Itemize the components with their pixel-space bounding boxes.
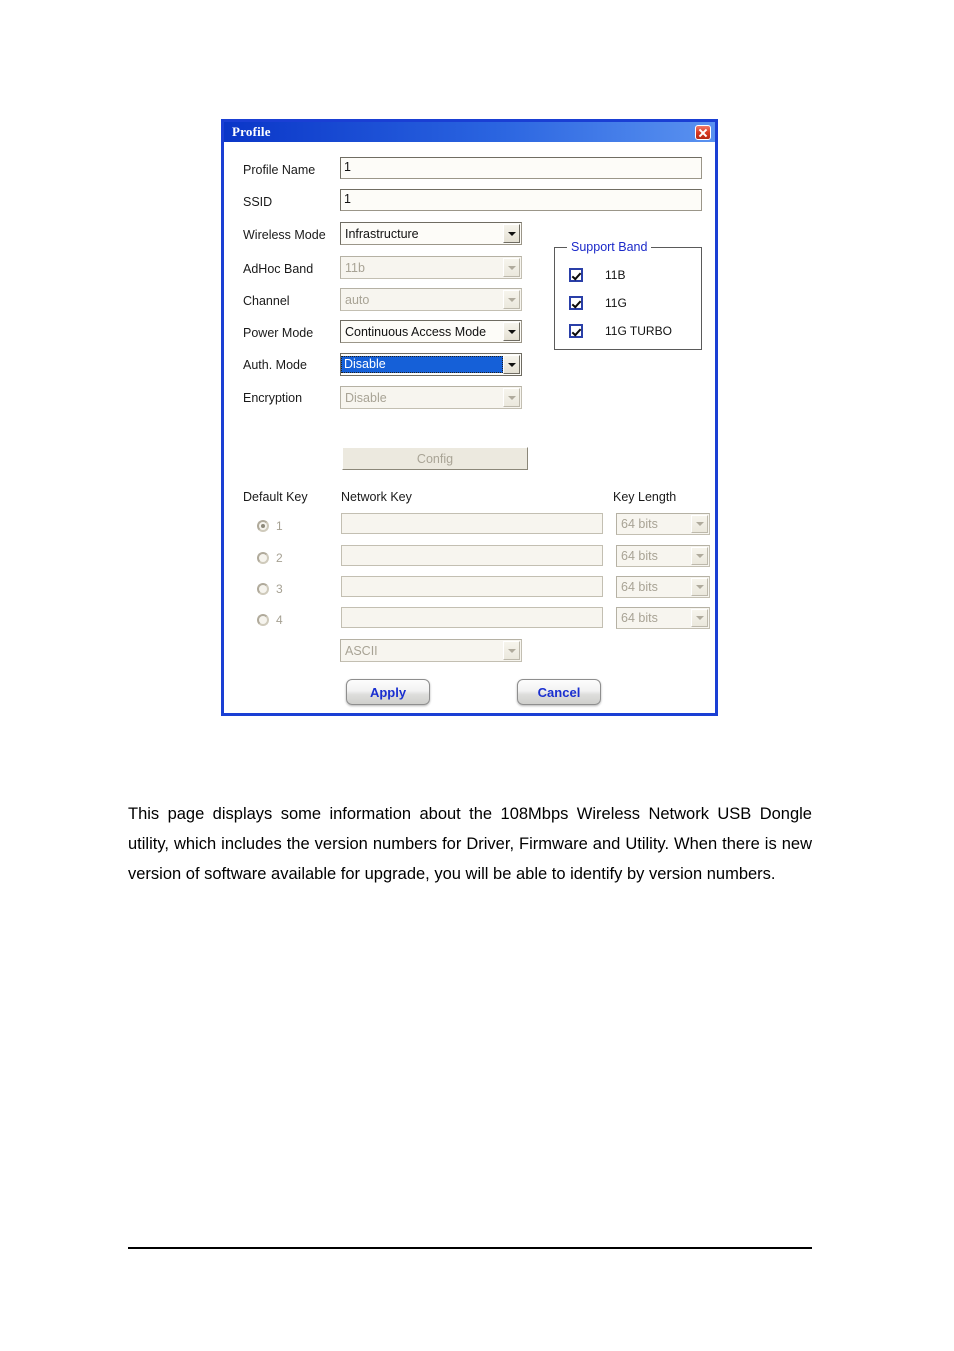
- chevron-down-icon: [691, 609, 708, 627]
- radio-unselected-icon[interactable]: [257, 583, 269, 595]
- chevron-down-icon: [503, 290, 520, 309]
- chevron-down-icon: [691, 547, 708, 565]
- encryption-value: Disable: [345, 390, 387, 405]
- key-format-select: ASCII: [340, 639, 522, 662]
- support-band-label: 11G TURBO: [605, 324, 672, 338]
- wireless-mode-select[interactable]: Infrastructure: [340, 222, 522, 245]
- apply-button[interactable]: Apply: [346, 679, 430, 705]
- adhoc-band-value: 11b: [345, 260, 365, 275]
- power-mode-value: Continuous Access Mode: [345, 324, 487, 339]
- support-band-item-11g[interactable]: 11G: [569, 296, 627, 310]
- key-length-select-4: 64 bits: [616, 607, 710, 629]
- chevron-down-icon[interactable]: [503, 322, 520, 341]
- key-length-select-3: 64 bits: [616, 576, 710, 598]
- label-adhoc-band: AdHoc Band: [243, 262, 314, 276]
- chevron-down-icon: [503, 388, 520, 407]
- channel-select: auto: [340, 288, 522, 311]
- label-wireless-mode: Wireless Mode: [243, 228, 326, 242]
- default-key-index: 3: [276, 582, 283, 596]
- checkbox-checked-icon[interactable]: [569, 296, 583, 310]
- key-length-value: 64 bits: [621, 611, 658, 625]
- checkbox-checked-icon[interactable]: [569, 324, 583, 338]
- support-band-label: 11B: [605, 268, 626, 282]
- chevron-down-icon: [691, 578, 708, 596]
- dialog-titlebar: Profile: [224, 122, 715, 142]
- label-channel: Channel: [243, 294, 290, 308]
- network-key-input-1[interactable]: [341, 513, 603, 534]
- footer-divider: [128, 1247, 812, 1249]
- network-key-input-4[interactable]: [341, 607, 603, 628]
- label-ssid: SSID: [243, 195, 273, 209]
- header-key-length: Key Length: [613, 490, 677, 504]
- close-icon[interactable]: [695, 124, 711, 140]
- chevron-down-icon: [691, 515, 708, 533]
- auth-mode-select[interactable]: Disable: [340, 353, 522, 376]
- ssid-input[interactable]: 1: [340, 189, 702, 211]
- default-key-radio-1[interactable]: 1: [257, 519, 283, 533]
- network-key-input-3[interactable]: [341, 576, 603, 597]
- key-length-value: 64 bits: [621, 580, 658, 594]
- wireless-mode-value: Infrastructure: [345, 226, 419, 241]
- body-paragraph: This page displays some information abou…: [128, 804, 812, 883]
- key-length-select-1: 64 bits: [616, 513, 710, 535]
- dialog-title: Profile: [232, 124, 271, 139]
- radio-unselected-icon[interactable]: [257, 614, 269, 626]
- support-band-legend: Support Band: [567, 240, 652, 254]
- support-band-group: Support Band 11B 11G 11G TURBO: [554, 240, 702, 350]
- label-profile-name: Profile Name: [243, 163, 316, 177]
- network-key-input-2[interactable]: [341, 545, 603, 566]
- support-band-item-11b[interactable]: 11B: [569, 268, 625, 282]
- header-network-key: Network Key: [341, 490, 412, 504]
- power-mode-select[interactable]: Continuous Access Mode: [340, 320, 522, 343]
- dialog-body: Profile Name SSID Wireless Mode AdHoc Ba…: [224, 142, 715, 713]
- encryption-select: Disable: [340, 386, 522, 409]
- chevron-down-icon: [503, 258, 520, 277]
- auth-mode-value: Disable: [341, 356, 503, 373]
- key-length-value: 64 bits: [621, 517, 658, 531]
- default-key-radio-3[interactable]: 3: [257, 582, 283, 596]
- checkbox-checked-icon[interactable]: [569, 268, 583, 282]
- key-format-value: ASCII: [345, 643, 378, 658]
- default-key-radio-2[interactable]: 2: [257, 551, 283, 565]
- profile-dialog: Profile Profile Name SSID Wireless Mode …: [221, 119, 718, 716]
- radio-unselected-icon[interactable]: [257, 552, 269, 564]
- label-power-mode: Power Mode: [243, 326, 314, 340]
- header-default-key: Default Key: [243, 490, 308, 504]
- default-key-radio-4[interactable]: 4: [257, 613, 283, 627]
- config-button: Config: [342, 447, 528, 470]
- radio-selected-icon[interactable]: [257, 520, 269, 532]
- default-key-index: 2: [276, 551, 283, 565]
- default-key-index: 4: [276, 613, 283, 627]
- support-band-label: 11G: [605, 296, 627, 310]
- default-key-index: 1: [276, 519, 283, 533]
- key-length-select-2: 64 bits: [616, 545, 710, 567]
- cancel-button[interactable]: Cancel: [517, 679, 601, 705]
- profile-name-input[interactable]: 1: [340, 157, 702, 179]
- label-auth-mode: Auth. Mode: [243, 358, 307, 372]
- chevron-down-icon[interactable]: [503, 224, 520, 243]
- channel-value: auto: [345, 292, 370, 307]
- chevron-down-icon[interactable]: [503, 355, 520, 374]
- support-band-item-11g-turbo[interactable]: 11G TURBO: [569, 324, 672, 338]
- label-encryption: Encryption: [243, 391, 303, 405]
- key-length-value: 64 bits: [621, 549, 658, 563]
- chevron-down-icon: [503, 641, 520, 660]
- adhoc-band-select: 11b: [340, 256, 522, 279]
